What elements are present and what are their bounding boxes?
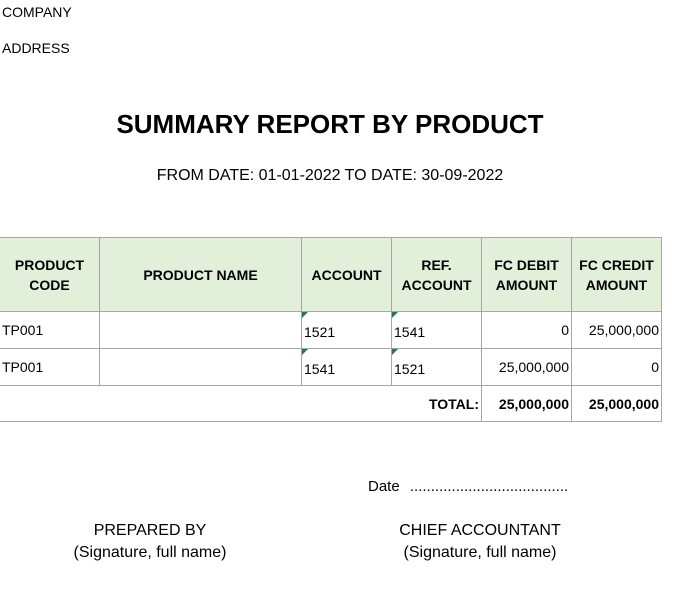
cell-account-value: 1521 <box>304 324 336 340</box>
column-header-fc-credit[interactable]: FC CREDIT AMOUNT <box>571 237 662 312</box>
cell-account[interactable]: 1521 <box>301 311 392 349</box>
cell-fc-credit[interactable]: 0 <box>571 348 662 386</box>
cell-ref-account-value: 1521 <box>394 361 426 377</box>
cell-product-name[interactable] <box>99 311 302 349</box>
date-dots: ...................................... <box>409 478 569 495</box>
column-header-line: PRODUCT NAME <box>143 266 258 283</box>
column-header-product-name[interactable]: PRODUCT NAME <box>99 237 302 312</box>
comment-marker-icon <box>302 312 308 318</box>
column-header-line: AMOUNT <box>495 276 558 293</box>
summary-table: PRODUCT CODE PRODUCT NAME ACCOUNT REF. A… <box>0 237 662 422</box>
cell-fc-debit[interactable]: 25,000,000 <box>481 348 572 386</box>
table-row: TP001 1541 1521 25,000,000 0 <box>0 348 662 386</box>
column-header-line: FC CREDIT <box>579 256 654 273</box>
column-header-line: ACCOUNT <box>311 266 382 283</box>
chief-accountant-label: CHIEF ACCOUNTANT <box>399 522 561 539</box>
total-fc-debit[interactable]: 25,000,000 <box>481 385 572 422</box>
prepared-by-block: PREPARED BY (Signature, full name) <box>60 520 240 564</box>
column-header-line: CODE <box>29 276 70 293</box>
prepared-by-label: PREPARED BY <box>93 522 207 539</box>
column-header-account[interactable]: ACCOUNT <box>301 237 392 312</box>
report-date-range: FROM DATE: 01-01-2022 TO DATE: 30-09-202… <box>156 167 504 184</box>
comment-marker-icon <box>302 349 308 355</box>
cell-fc-debit[interactable]: 0 <box>481 311 572 349</box>
column-header-line: FC DEBIT <box>494 256 559 273</box>
cell-ref-account-value: 1541 <box>394 324 426 340</box>
column-header-product-code[interactable]: PRODUCT CODE <box>0 237 100 312</box>
chief-accountant-signature-hint: (Signature, full name) <box>403 544 557 561</box>
chief-accountant-block: CHIEF ACCOUNTANT (Signature, full name) <box>390 520 570 564</box>
table-row: TP001 1521 1541 0 25,000,000 <box>0 311 662 349</box>
company-address: ADDRESS <box>2 40 70 56</box>
cell-ref-account[interactable]: 1521 <box>391 348 482 386</box>
comment-marker-icon <box>392 312 398 318</box>
cell-product-code[interactable]: TP001 <box>0 311 100 349</box>
column-header-line: PRODUCT <box>14 256 85 273</box>
cell-ref-account[interactable]: 1541 <box>391 311 482 349</box>
column-header-line: AMOUNT <box>585 276 648 293</box>
prepared-by-signature-hint: (Signature, full name) <box>73 544 227 561</box>
column-header-line: ACCOUNT <box>401 276 472 293</box>
comment-marker-icon <box>392 349 398 355</box>
table-total-row: TOTAL: 25,000,000 25,000,000 <box>0 385 662 422</box>
cell-fc-credit[interactable]: 25,000,000 <box>571 311 662 349</box>
cell-account[interactable]: 1541 <box>301 348 392 386</box>
signature-date-line: Date ...................................… <box>368 478 568 495</box>
company-name: COMPANY <box>2 4 72 20</box>
cell-product-code[interactable]: TP001 <box>0 348 100 386</box>
column-header-ref-account[interactable]: REF. ACCOUNT <box>391 237 482 312</box>
report-title: SUMMARY REPORT BY PRODUCT <box>116 109 544 139</box>
total-fc-credit[interactable]: 25,000,000 <box>571 385 662 422</box>
total-label: TOTAL: <box>0 385 482 422</box>
table-header-row: PRODUCT CODE PRODUCT NAME ACCOUNT REF. A… <box>0 237 662 312</box>
column-header-line: REF. <box>421 256 452 273</box>
column-header-fc-debit[interactable]: FC DEBIT AMOUNT <box>481 237 572 312</box>
date-label: Date <box>368 478 400 495</box>
cell-account-value: 1541 <box>304 361 336 377</box>
report-page: COMPANY ADDRESS SUMMARY REPORT BY PRODUC… <box>0 0 697 598</box>
cell-product-name[interactable] <box>99 348 302 386</box>
